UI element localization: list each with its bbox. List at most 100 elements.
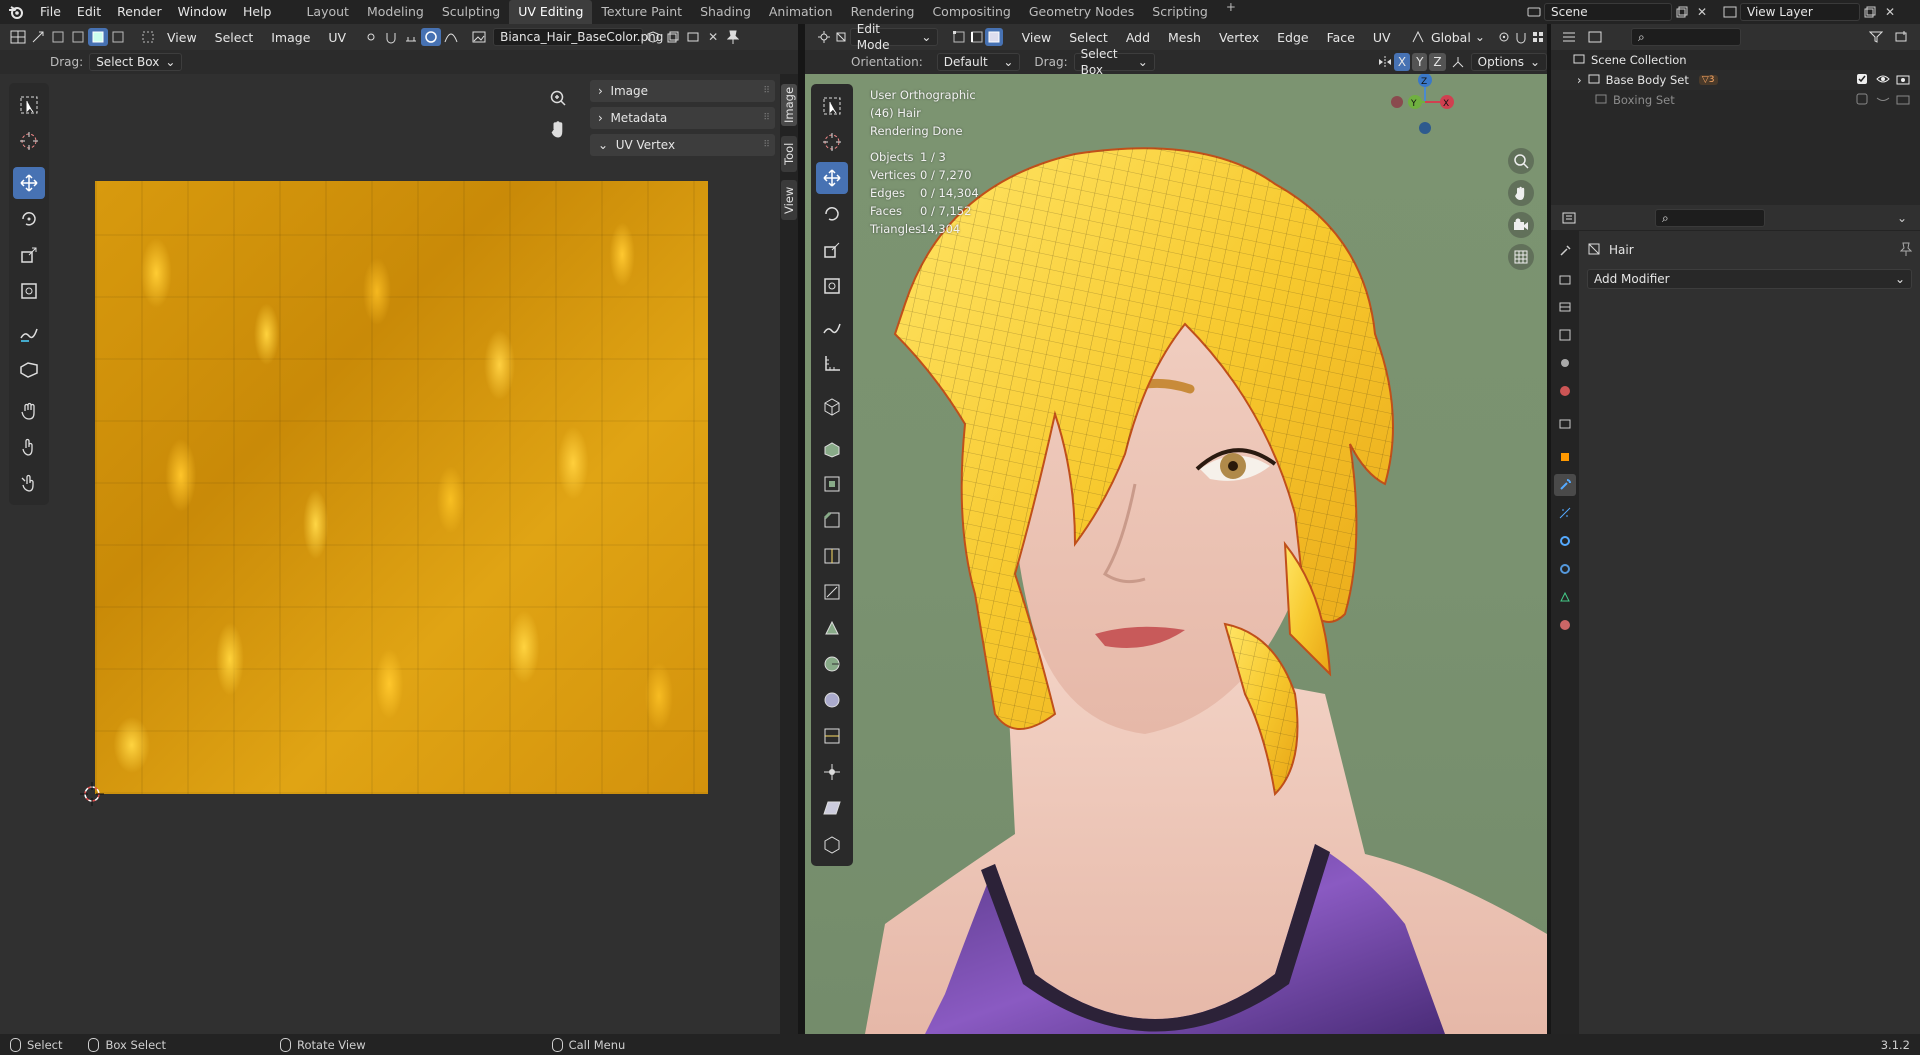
2d-cursor-icon[interactable] [80, 782, 104, 806]
new-image-icon[interactable] [663, 28, 683, 46]
sync-selection-icon[interactable] [28, 28, 48, 46]
scene-icon[interactable] [1524, 3, 1544, 21]
vp-menu-uv[interactable]: UV [1364, 30, 1400, 45]
vp-menu-add[interactable]: Add [1117, 30, 1159, 45]
spin-tool-icon[interactable] [816, 648, 848, 680]
duplicate-scene-icon[interactable] [1672, 3, 1692, 21]
sidebar-tab-image[interactable]: Image [781, 84, 797, 126]
edge-select-icon[interactable] [68, 28, 88, 46]
move-tool-icon[interactable] [13, 167, 45, 199]
proportional-edit-icon[interactable] [421, 28, 442, 46]
filter-icon[interactable] [1866, 28, 1886, 46]
outliner-type-icon[interactable] [1559, 28, 1579, 46]
tab-sculpting[interactable]: Sculpting [433, 0, 509, 24]
rip-region-tool-icon[interactable] [13, 353, 45, 385]
particles-tab-icon[interactable] [1554, 502, 1576, 524]
mode-dropdown[interactable]: Edit Mode ⌄ [849, 22, 939, 52]
transform-orientation-icon[interactable] [1410, 28, 1427, 46]
editor-type-icon[interactable] [8, 28, 28, 46]
outliner-row-base-body-set[interactable]: › Base Body Set ▽3 [1551, 70, 1920, 90]
annotate-tool-icon[interactable] [13, 317, 45, 349]
fake-user-icon[interactable] [643, 28, 663, 46]
pan-view-icon[interactable] [545, 116, 571, 142]
properties-type-icon[interactable] [1559, 209, 1579, 227]
vp-menu-edge[interactable]: Edge [1268, 30, 1317, 45]
scale-tool-icon[interactable] [13, 239, 45, 271]
outliner-search[interactable]: ⌕ [1631, 28, 1741, 46]
vp-menu-mesh[interactable]: Mesh [1159, 30, 1210, 45]
tab-compositing[interactable]: Compositing [923, 0, 1019, 24]
pivot-point-icon[interactable] [1495, 28, 1512, 46]
view-layer-field[interactable]: View Layer [1740, 3, 1860, 21]
shear-tool-icon[interactable] [816, 792, 848, 824]
blender-logo-icon[interactable] [0, 0, 32, 24]
3d-viewport[interactable]: User Orthographic (46) Hair Rendering Do… [805, 74, 1547, 1034]
orientation-dropdown[interactable]: Default ⌄ [936, 53, 1021, 71]
drag-grip-icon[interactable]: ⠿ [763, 140, 770, 150]
vp-select-box-tool-icon[interactable] [816, 90, 848, 122]
exclude-checkbox[interactable] [1856, 73, 1868, 88]
poly-build-tool-icon[interactable] [816, 612, 848, 644]
snap-increment-icon[interactable] [1530, 28, 1547, 46]
render-tab-icon[interactable] [1554, 268, 1576, 290]
drag-grip-icon[interactable]: ⠿ [763, 86, 770, 96]
modifier-tab-icon[interactable] [1554, 474, 1576, 496]
duplicate-view-layer-icon[interactable] [1860, 3, 1880, 21]
vertex-select-icon[interactable] [48, 28, 68, 46]
knife-tool-icon[interactable] [816, 576, 848, 608]
viewport-editor-type-icon[interactable] [815, 28, 832, 46]
view-layer-tab-icon[interactable] [1554, 324, 1576, 346]
select-box-tool-icon[interactable] [13, 89, 45, 121]
sidebar-tab-tool[interactable]: Tool [781, 136, 797, 172]
material-tab-icon[interactable] [1554, 614, 1576, 636]
vertex-mode-icon[interactable] [950, 28, 967, 46]
scene-name-field[interactable]: Scene [1544, 3, 1672, 21]
properties-search[interactable]: ⌕ [1655, 208, 1765, 227]
loop-cut-tool-icon[interactable] [816, 540, 848, 572]
vp-rotate-tool-icon[interactable] [816, 198, 848, 230]
smooth-tool-icon[interactable] [816, 684, 848, 716]
collection-tab-icon[interactable] [1554, 413, 1576, 435]
menu-render[interactable]: Render [109, 0, 170, 24]
display-mode-icon[interactable] [1585, 28, 1605, 46]
extrude-tool-icon[interactable] [816, 432, 848, 464]
edge-mode-icon[interactable] [968, 28, 985, 46]
tool-tab-icon[interactable] [1554, 240, 1576, 262]
uv-menu-uv[interactable]: UV [319, 30, 355, 45]
snap-target-icon[interactable] [401, 28, 421, 46]
mode-icon[interactable] [832, 28, 849, 46]
panel-uv-vertex[interactable]: ⌄ UV Vertex ⠿ [590, 134, 775, 156]
object-tab-icon[interactable] [1554, 446, 1576, 468]
tab-texture-paint[interactable]: Texture Paint [592, 0, 691, 24]
mirror-x-toggle[interactable]: X [1393, 53, 1411, 71]
pivot-icon[interactable] [361, 28, 381, 46]
tab-shading[interactable]: Shading [691, 0, 760, 24]
menu-edit[interactable]: Edit [69, 0, 109, 24]
uv-menu-view[interactable]: View [158, 30, 206, 45]
mirror-y-toggle[interactable]: Y [1412, 53, 1428, 71]
vp-pan-icon[interactable] [1508, 180, 1534, 206]
bevel-tool-icon[interactable] [816, 504, 848, 536]
vp-menu-view[interactable]: View [1013, 30, 1061, 45]
face-mode-icon[interactable] [985, 28, 1003, 46]
image-browse-icon[interactable] [469, 28, 489, 46]
outliner-row-boxing-set[interactable]: Boxing Set [1551, 90, 1920, 110]
image-name-field[interactable]: Bianca_Hair_BaseColor.png [493, 28, 663, 46]
tab-layout[interactable]: Layout [297, 0, 358, 24]
unlink-image-icon[interactable]: ✕ [703, 28, 723, 46]
camera-render-icon[interactable] [1896, 73, 1910, 88]
vp-cursor-tool-icon[interactable] [816, 126, 848, 158]
snap-icon[interactable] [1512, 28, 1529, 46]
zoom-view-icon[interactable] [545, 85, 571, 111]
mirror-z-toggle[interactable]: Z [1429, 53, 1446, 71]
vp-menu-vertex[interactable]: Vertex [1210, 30, 1268, 45]
face-select-icon[interactable] [88, 28, 108, 46]
scene-tab-icon[interactable] [1554, 352, 1576, 374]
inset-tool-icon[interactable] [816, 468, 848, 500]
rotate-tool-icon[interactable] [13, 203, 45, 235]
tab-modeling[interactable]: Modeling [358, 0, 433, 24]
uv-menu-image[interactable]: Image [262, 30, 319, 45]
uv-snap-icon[interactable] [381, 28, 401, 46]
chevron-right-icon[interactable]: › [1577, 73, 1582, 87]
vp-menu-face[interactable]: Face [1318, 30, 1364, 45]
